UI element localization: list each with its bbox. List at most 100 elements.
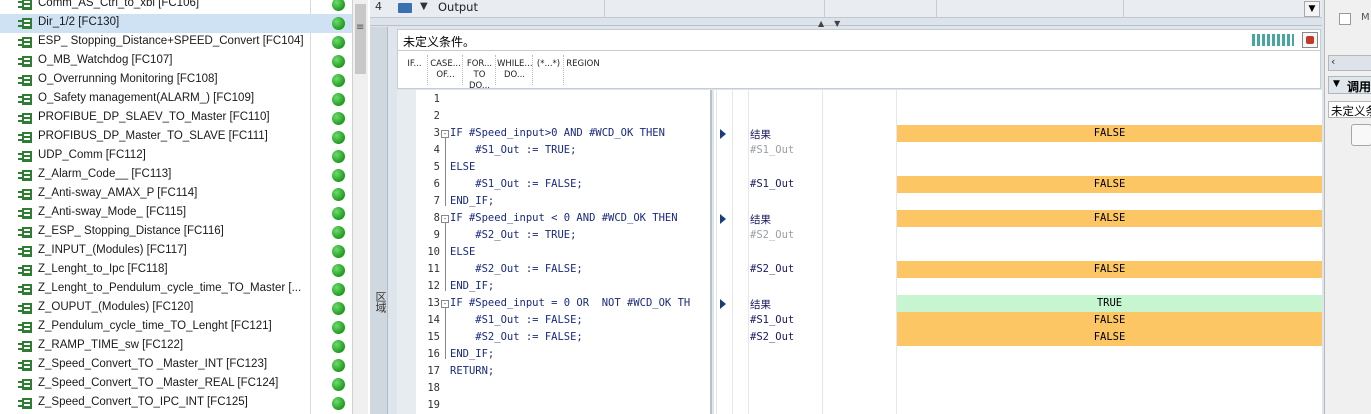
code-line[interactable]: #S2_Out := FALSE; [450, 263, 582, 275]
tree-item[interactable]: Z_Speed_Convert_TO _Master_INT [FC123] [0, 356, 352, 375]
tree-item[interactable]: O_Overrunning Monitoring [FC108] [0, 71, 352, 90]
chevron-left-icon[interactable]: ‹ [1331, 55, 1335, 68]
instr-case-button[interactable]: CASE... OF... [429, 55, 463, 85]
line-number: 13 [427, 297, 440, 309]
editor-scrollbar[interactable] [1304, 28, 1322, 414]
scroll-down-icon[interactable]: ▼ [1304, 1, 1320, 17]
tree-item[interactable]: UDP_Comm [FC112] [0, 147, 352, 166]
tree-item[interactable]: O_Safety management(ALARM_) [FC109] [0, 90, 352, 109]
code-line[interactable]: #S2_Out := TRUE; [450, 229, 576, 241]
code-line[interactable]: #S1_Out := TRUE; [450, 144, 576, 156]
tree-item[interactable]: Z_Anti-sway_Mode_ [FC115] [0, 204, 352, 223]
code-line[interactable]: RETURN; [450, 365, 494, 377]
status-ok-icon [332, 321, 345, 334]
line-number: 9 [433, 229, 440, 241]
fold-toggle-icon[interactable]: - [441, 130, 449, 138]
monitor-value: FALSE [897, 176, 1322, 193]
monitor-row: #S1_Out FALSE [714, 176, 1322, 193]
function-block-icon [18, 0, 32, 10]
collapse-caret-icon[interactable]: ▼ [1333, 79, 1340, 89]
tree-item[interactable]: Z_Lenght_to_Ipc [FC118] [0, 261, 352, 280]
scl-editor: 4 ▼ Output ▼ ▲▼ 区域 未定义条件。 IF... CASE... … [370, 0, 1324, 414]
monitor-operand: 结果 [750, 299, 771, 311]
expand-result-icon[interactable] [720, 299, 726, 309]
monitor-operand: #S2_Out [750, 263, 795, 275]
m-checkbox[interactable] [1339, 13, 1351, 25]
tree-item-label: Z_Speed_Convert_TO_IPC_INT [FC125] [38, 396, 248, 408]
editor-gutter [397, 90, 416, 414]
tree-item-label: Z_Lenght_to_Pendulum_cycle_time_TO_Maste… [38, 282, 302, 294]
line-number: 4 [433, 144, 440, 156]
tree-item[interactable]: Comm_AS_Ctrl_to_xbl [FC106] [0, 0, 352, 14]
expand-result-icon[interactable] [720, 214, 726, 224]
tree-item[interactable]: ESP_ Stopping_Distance+SPEED_Convert [FC… [0, 33, 352, 52]
code-line[interactable]: END_IF; [450, 348, 494, 360]
code-line[interactable]: END_IF; [450, 195, 494, 207]
code-line[interactable]: END_IF; [450, 280, 494, 292]
interface-row[interactable]: 4 ▼ Output ▼ [370, 0, 1322, 18]
function-block-icon [18, 360, 32, 371]
instr-for-button[interactable]: FOR... TO DO... [464, 55, 496, 91]
tree-item[interactable]: O_MB_Watchdog [FC107] [0, 52, 352, 71]
call-condition-value: 未定义条件 [1331, 104, 1371, 118]
status-ok-icon [332, 378, 345, 391]
tree-item[interactable]: Z_OUPUT_(Modules) [FC120] [0, 299, 352, 318]
tree-item[interactable]: Z_Pendulum_cycle_time_TO_Lenght [FC121] [0, 318, 352, 337]
panel-nav[interactable]: ‹ [1328, 55, 1371, 71]
code-line[interactable]: IF #Speed_input = 0 OR NOT #WCD_OK TH [450, 297, 690, 309]
tree-item-label: Z_RAMP_TIME_sw [FC122] [38, 339, 184, 351]
region-side-label[interactable]: 区域 [372, 291, 388, 313]
line-number: 14 [427, 314, 440, 326]
tree-item[interactable]: PROFIBUS_DP_Master_TO_SLAVE [FC111] [0, 128, 352, 147]
function-block-icon [18, 398, 32, 409]
block-comment-bar[interactable]: 未定义条件。 [397, 29, 1321, 51]
tree-item[interactable]: Z_Anti-sway_AMAX_P [FC114] [0, 185, 352, 204]
splitter-toggle-icon[interactable]: ▲▼ [818, 19, 850, 28]
monitor-row: #S2_Out [714, 227, 1322, 244]
status-ok-icon [332, 226, 345, 239]
fold-rail [445, 138, 446, 206]
collapse-caret-icon[interactable]: ▼ [420, 1, 428, 12]
code-line[interactable]: IF #Speed_input < 0 AND #WCD_OK THEN [450, 212, 678, 224]
line-number: 5 [433, 161, 440, 173]
instr-comment-button[interactable]: (*...*) [534, 55, 564, 85]
monitor-row: #S2_Out FALSE [714, 329, 1322, 346]
line-number: 15 [427, 331, 440, 343]
code-line[interactable]: #S1_Out := FALSE; [450, 314, 582, 326]
instr-region-button[interactable]: REGION [565, 55, 601, 85]
tree-scroll-thumb[interactable] [355, 4, 366, 74]
tree-item-label: Z_INPUT_(Modules) [FC117] [38, 244, 187, 256]
tree-item[interactable]: Z_Lenght_to_Pendulum_cycle_time_TO_Maste… [0, 280, 352, 299]
block-comment[interactable]: 未定义条件。 [403, 33, 475, 50]
tree-item[interactable]: Dir_1/2 [FC130] [0, 14, 352, 33]
fold-toggle-icon[interactable]: - [441, 300, 449, 308]
code-line[interactable]: IF #Speed_input>0 AND #WCD_OK THEN [450, 127, 665, 139]
code-line[interactable]: #S2_Out := FALSE; [450, 331, 582, 343]
line-number: 2 [433, 110, 440, 122]
tree-item[interactable]: Z_ESP_ Stopping_Distance [FC116] [0, 223, 352, 242]
tree-item[interactable]: Z_Alarm_Code__ [FC113] [0, 166, 352, 185]
code-line[interactable]: ELSE [450, 246, 475, 258]
instr-while-button[interactable]: WHILE... DO... [497, 55, 533, 85]
code-line[interactable]: #S1_Out := FALSE; [450, 178, 582, 190]
call-header[interactable]: ▼ 调用 [1328, 76, 1371, 94]
call-action-button[interactable] [1351, 124, 1371, 146]
status-ok-icon [332, 55, 345, 68]
expand-result-icon[interactable] [720, 129, 726, 139]
tree-item[interactable]: Z_Speed_Convert_TO _Master_REAL [FC124] [0, 375, 352, 394]
code-line[interactable]: ELSE [450, 161, 475, 173]
line-number: 10 [427, 246, 440, 258]
tree-item[interactable]: Z_INPUT_(Modules) [FC117] [0, 242, 352, 261]
call-condition-field[interactable]: 未定义条件 [1328, 101, 1371, 118]
instr-if-button[interactable]: IF... [402, 55, 428, 85]
tree-item[interactable]: Z_RAMP_TIME_sw [FC122] [0, 337, 352, 356]
code-area[interactable]: 1 2 3- IF #Speed_input>0 AND #WCD_OK THEN 4 … [416, 90, 712, 414]
tree-item[interactable]: Z_Speed_Convert_TO_IPC_INT [FC125] [0, 394, 352, 413]
tree-item[interactable]: PROFIBUE_DP_SLAEV_TO_Master [FC110] [0, 109, 352, 128]
line-number: 11 [427, 263, 440, 275]
function-block-icon [18, 303, 32, 314]
function-block-icon [18, 284, 32, 295]
fold-toggle-icon[interactable]: - [441, 215, 449, 223]
tree-scrollbar[interactable]: ≡ [352, 0, 368, 414]
status-ok-icon [332, 359, 345, 372]
